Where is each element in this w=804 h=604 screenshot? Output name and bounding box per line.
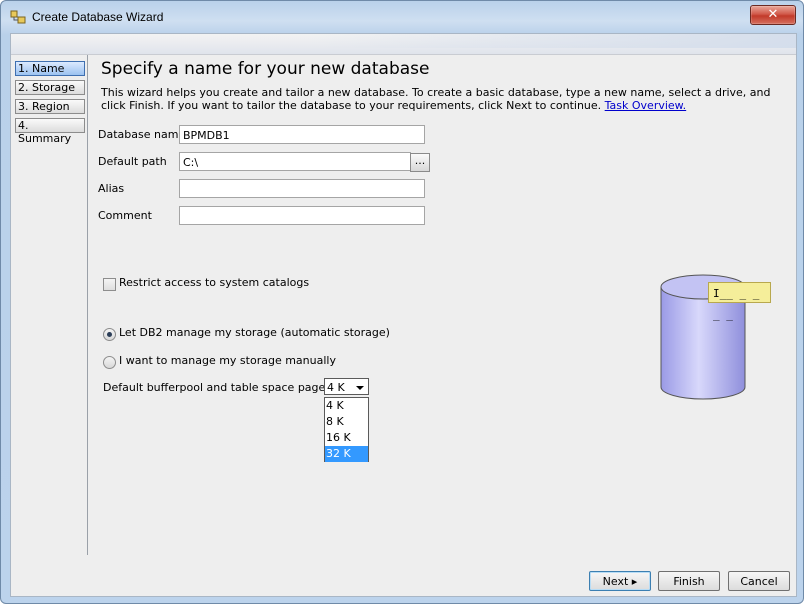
banner-gradient [311,34,796,48]
wizard-window: Create Database Wizard ✕ 1. Name 2. Stor… [0,0,804,604]
finish-button[interactable]: Finish [658,571,720,591]
window-title: Create Database Wizard [32,10,164,24]
wizard-step-nav: 1. Name 2. Storage 3. Region 4. Summary [11,55,88,555]
default-path-label: Default path [98,155,167,168]
nav-step-name[interactable]: 1. Name [15,61,85,76]
page-size-option-8k[interactable]: 8 K [325,414,368,430]
nav-step-summary[interactable]: 4. Summary [15,118,85,145]
restrict-access-checkbox[interactable] [103,278,116,291]
restrict-access-label[interactable]: Restrict access to system catalogs [119,276,309,289]
browse-button[interactable]: ... [410,153,430,172]
wizard-app-icon [10,10,26,24]
comment-input[interactable] [179,206,425,225]
chevron-down-icon[interactable] [356,386,364,390]
page-title: Specify a name for your new database [101,59,430,79]
default-path-input[interactable]: C:\ [179,152,411,171]
wizard-main-panel: Specify a name for your new database Thi… [89,55,795,555]
comment-label: Comment [98,209,152,222]
automatic-storage-radio[interactable] [103,328,116,341]
page-size-option-32k[interactable]: 32 K [325,446,368,462]
wizard-client-area: 1. Name 2. Storage 3. Region 4. Summary … [10,33,797,597]
arrow-right-icon: ▸ [631,575,638,588]
automatic-storage-label[interactable]: Let DB2 manage my storage (automatic sto… [119,326,390,339]
cancel-button[interactable]: Cancel [728,571,790,591]
nav-step-storage[interactable]: 2. Storage [15,80,85,95]
radio-selected-dot [107,332,112,337]
page-size-label: Default bufferpool and table space page … [103,381,351,394]
page-size-select[interactable]: 4 K [324,378,369,395]
alias-label: Alias [98,182,125,195]
task-overview-link[interactable]: Task Overview. [605,99,687,112]
title-bar[interactable]: Create Database Wizard ✕ [1,1,803,33]
next-button-label: Next [602,575,629,588]
next-button[interactable]: Next ▸ [589,571,651,591]
wizard-banner [11,34,796,55]
page-size-option-16k[interactable]: 16 K [325,430,368,446]
nav-step-region[interactable]: 3. Region [15,99,85,114]
manual-storage-label[interactable]: I want to manage my storage manually [119,354,336,367]
data-cursor-tooltip: I̲_ _ _ _ _ [708,282,771,321]
database-name-input[interactable]: BPMDB1 [179,125,425,144]
page-size-selected-value: 4 K [327,381,345,394]
alias-input[interactable] [179,179,425,198]
close-button[interactable]: ✕ [750,5,796,25]
manual-storage-radio[interactable] [103,356,116,369]
page-size-option-4k[interactable]: 4 K [325,398,368,414]
page-size-dropdown-list: 4 K 8 K 16 K 32 K [324,397,369,462]
database-name-label: Database name [98,128,186,141]
page-description: This wizard helps you create and tailor … [101,86,787,112]
